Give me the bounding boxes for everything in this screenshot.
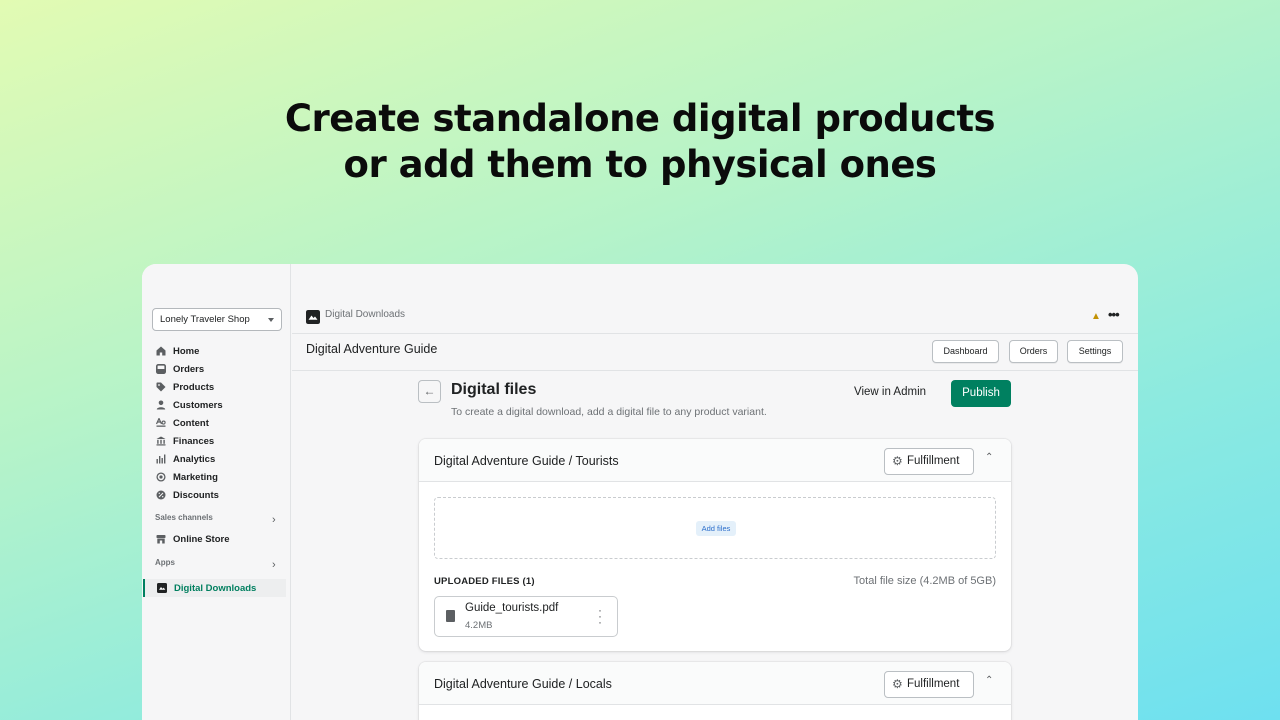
sidebar-item-products[interactable]: Products bbox=[142, 378, 291, 396]
file-dropzone[interactable]: Add files bbox=[434, 497, 996, 559]
bank-icon bbox=[156, 436, 166, 446]
sidebar: Lonely Traveler Shop Home Orders Product… bbox=[142, 264, 291, 720]
headline-line-2: or add them to physical ones bbox=[343, 143, 937, 186]
person-icon bbox=[156, 400, 166, 410]
admin-window: Lonely Traveler Shop Home Orders Product… bbox=[142, 264, 1138, 720]
page-subtitle: To create a digital download, add a digi… bbox=[451, 406, 767, 418]
sidebar-item-label: Analytics bbox=[173, 453, 216, 465]
sidebar-item-label: Content bbox=[173, 417, 209, 429]
back-button[interactable]: ← bbox=[418, 380, 441, 403]
caret-down-icon bbox=[268, 318, 274, 322]
variant-card-tourists: Digital Adventure Guide / Tourists ⚙ Ful… bbox=[419, 439, 1011, 651]
fulfillment-button[interactable]: ⚙ Fulfillment bbox=[884, 671, 974, 698]
sidebar-item-analytics[interactable]: Analytics bbox=[142, 450, 291, 468]
digital-downloads-icon bbox=[157, 583, 167, 593]
view-in-admin-link[interactable]: View in Admin bbox=[854, 386, 926, 398]
total-file-size: Total file size (4.2MB of 5GB) bbox=[853, 575, 996, 587]
card-header: Digital Adventure Guide / Locals ⚙ Fulfi… bbox=[419, 662, 1011, 705]
publish-button[interactable]: Publish bbox=[951, 380, 1011, 407]
content-icon bbox=[156, 418, 166, 427]
headline-line-1: Create standalone digital products bbox=[284, 97, 996, 140]
variant-card-locals: Digital Adventure Guide / Locals ⚙ Fulfi… bbox=[419, 662, 1011, 720]
fulfillment-label: Fulfillment bbox=[907, 678, 960, 690]
page-title: Digital files bbox=[451, 381, 537, 398]
uploaded-files-label: UPLOADED FILES (1) bbox=[434, 576, 535, 587]
app-name: Digital Downloads bbox=[325, 309, 406, 320]
sidebar-item-label: Home bbox=[173, 345, 200, 357]
sidebar-item-discounts[interactable]: Discounts bbox=[142, 486, 291, 504]
card-header: Digital Adventure Guide / Tourists ⚙ Ful… bbox=[419, 439, 1011, 482]
sidebar-item-label: Online Store bbox=[173, 533, 230, 545]
card-title: Digital Adventure Guide / Locals bbox=[434, 677, 612, 691]
discount-icon bbox=[156, 490, 166, 500]
file-name: Guide_tourists.pdf bbox=[465, 602, 559, 614]
sales-channels-chevron-icon[interactable]: › bbox=[272, 514, 276, 526]
gear-icon: ⚙ bbox=[892, 677, 903, 691]
sidebar-item-label: Products bbox=[173, 381, 215, 393]
sidebar-item-finances[interactable]: Finances bbox=[142, 432, 291, 450]
sidebar-item-label: Customers bbox=[173, 399, 223, 411]
fulfillment-label: Fulfillment bbox=[907, 455, 960, 467]
sidebar-item-orders[interactable]: Orders bbox=[142, 360, 291, 378]
page-name: Digital Adventure Guide bbox=[306, 342, 438, 356]
headline: Create standalone digital products or ad… bbox=[0, 96, 1280, 188]
target-icon bbox=[156, 472, 166, 482]
store-selector[interactable]: Lonely Traveler Shop bbox=[152, 308, 282, 331]
orders-icon bbox=[156, 364, 166, 374]
home-icon bbox=[156, 346, 166, 356]
kebab-menu-icon[interactable]: · · · bbox=[598, 604, 602, 628]
gear-icon: ⚙ bbox=[892, 454, 903, 468]
add-files-button[interactable]: Add files bbox=[696, 521, 736, 536]
digital-downloads-logo-icon bbox=[306, 310, 320, 324]
sidebar-item-online-store[interactable]: Online Store bbox=[142, 530, 291, 548]
sidebar-item-label: Digital Downloads bbox=[174, 582, 257, 594]
fulfillment-button[interactable]: ⚙ Fulfillment bbox=[884, 448, 974, 475]
sidebar-item-label: Orders bbox=[173, 363, 205, 375]
pin-icon[interactable]: ▲ bbox=[1091, 311, 1101, 322]
sidebar-nav: Home Orders Products Customers Content F… bbox=[142, 342, 291, 504]
sidebar-item-content[interactable]: Content bbox=[142, 414, 291, 432]
uploaded-file-item[interactable]: Guide_tourists.pdf 4.2MB · · · bbox=[434, 596, 618, 637]
dashboard-button[interactable]: Dashboard bbox=[932, 340, 999, 363]
more-options-icon[interactable]: ••• bbox=[1108, 307, 1120, 322]
sales-channels-label: Sales channels bbox=[155, 513, 213, 522]
chevron-up-icon[interactable]: ⌃ bbox=[985, 675, 993, 686]
title-bar: Digital Adventure Guide Dashboard Orders… bbox=[292, 335, 1138, 371]
sidebar-item-label: Finances bbox=[173, 435, 215, 447]
store-icon bbox=[156, 535, 166, 544]
bar-chart-icon bbox=[156, 454, 166, 464]
file-size: 4.2MB bbox=[465, 620, 493, 631]
sidebar-item-label: Discounts bbox=[173, 489, 219, 501]
sidebar-item-digital-downloads[interactable]: Digital Downloads bbox=[143, 579, 286, 597]
sidebar-item-home[interactable]: Home bbox=[142, 342, 291, 360]
chevron-up-icon[interactable]: ⌃ bbox=[985, 452, 993, 463]
settings-button[interactable]: Settings bbox=[1067, 340, 1123, 363]
apps-label: Apps bbox=[155, 558, 175, 567]
sidebar-item-label: Marketing bbox=[173, 471, 218, 483]
sidebar-item-marketing[interactable]: Marketing bbox=[142, 468, 291, 486]
document-icon bbox=[446, 610, 455, 622]
main-area: Digital Downloads ▲ ••• Digital Adventur… bbox=[292, 264, 1138, 720]
sidebar-item-customers[interactable]: Customers bbox=[142, 396, 291, 414]
card-title: Digital Adventure Guide / Tourists bbox=[434, 454, 619, 468]
app-bar: Digital Downloads ▲ ••• bbox=[292, 304, 1138, 334]
tag-icon bbox=[156, 382, 166, 392]
apps-chevron-icon[interactable]: › bbox=[272, 559, 276, 571]
orders-button[interactable]: Orders bbox=[1009, 340, 1058, 363]
store-name: Lonely Traveler Shop bbox=[160, 314, 250, 325]
arrow-left-icon: ← bbox=[423, 384, 436, 398]
